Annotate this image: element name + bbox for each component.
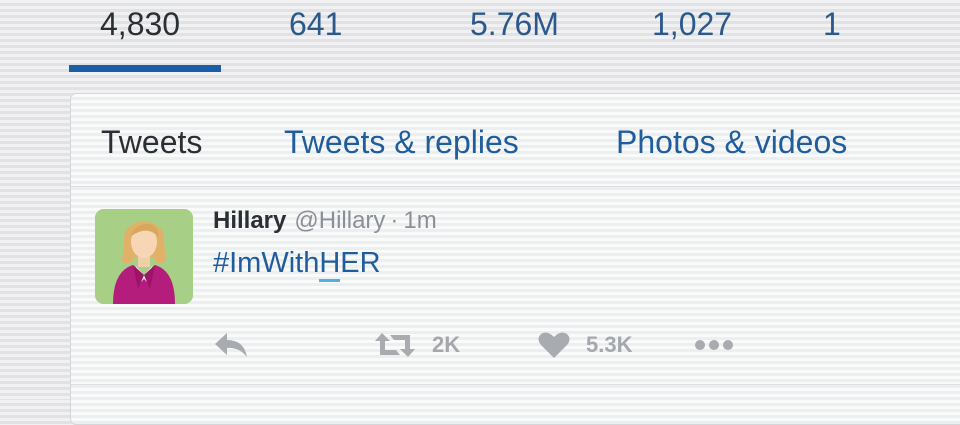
tab-tweets-and-replies[interactable]: Tweets & replies — [284, 124, 519, 161]
stat-tweets-count[interactable]: 4,830 — [100, 6, 180, 43]
like-count: 5.3K — [586, 332, 633, 357]
tab-tweets[interactable]: Tweets — [101, 124, 202, 161]
hashtag-part-1: #ImWith — [213, 247, 320, 279]
stat-likes-count[interactable]: 1,027 — [652, 6, 732, 43]
meta-separator: · — [390, 207, 399, 234]
timeline-card: Tweets Tweets & replies Photos & videos … — [70, 93, 960, 425]
hashtag-part-2: ER — [340, 247, 381, 279]
like-button[interactable]: 5.3K — [538, 329, 632, 361]
avatar-woman-icon — [95, 209, 193, 304]
hashtag-part-underlined: H — [319, 247, 341, 282]
tweet-meta: Hillary @Hillary · 1m — [213, 207, 437, 235]
tab-photos-and-videos[interactable]: Photos & videos — [616, 124, 847, 161]
heart-icon — [538, 332, 570, 358]
tweet-author-handle[interactable]: @Hillary — [294, 207, 385, 234]
active-stat-indicator — [69, 65, 221, 72]
retweet-button[interactable]: 2K — [374, 329, 460, 361]
avatar[interactable] — [95, 209, 193, 304]
retweet-count: 2K — [432, 332, 461, 357]
more-button[interactable] — [694, 329, 734, 361]
more-icon — [695, 340, 733, 350]
retweet-icon — [375, 333, 415, 357]
stat-followers-count[interactable]: 5.76M — [470, 6, 559, 43]
stat-lists-count[interactable]: 1 — [823, 6, 841, 43]
tweet-divider — [71, 384, 960, 385]
tweet-author-name[interactable]: Hillary — [213, 207, 286, 234]
tweet-hashtag[interactable]: #ImWithHER — [213, 247, 381, 282]
reply-icon — [215, 333, 247, 357]
timeline-tabs: Tweets Tweets & replies Photos & videos — [71, 94, 960, 187]
reply-button[interactable] — [213, 329, 249, 361]
stat-following-count[interactable]: 641 — [289, 6, 342, 43]
tweet-timestamp[interactable]: 1m — [403, 207, 436, 234]
profile-stats-bar: 4,830 641 5.76M 1,027 1 — [0, 0, 960, 72]
